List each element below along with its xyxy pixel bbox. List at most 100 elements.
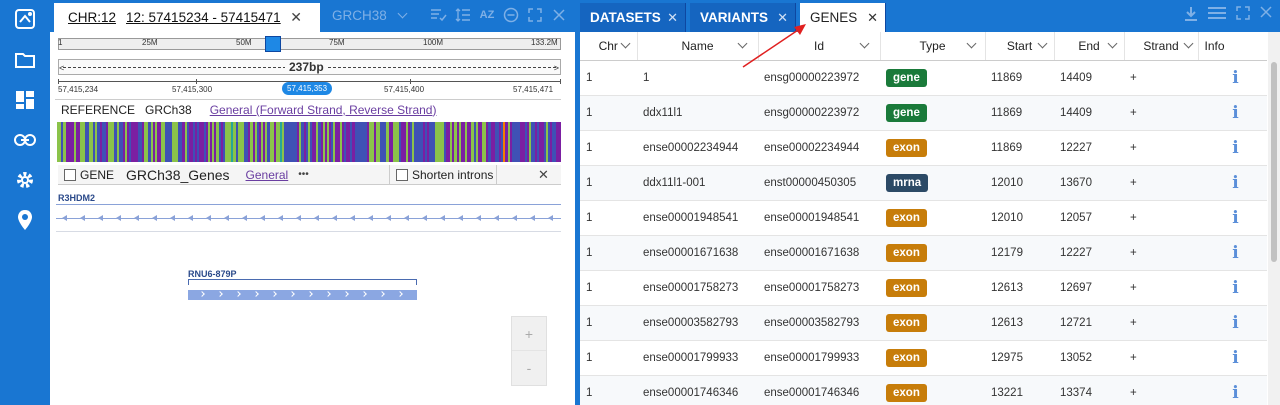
info-icon[interactable]: i (1232, 278, 1238, 298)
cell-start-text: 12179 (991, 246, 1023, 259)
table-row[interactable]: 1 ense00001799933 ense00001799933 exon 12975… (580, 340, 1267, 376)
tab-genes-label[interactable]: GENES (810, 10, 857, 25)
tab-assembly[interactable]: GRCH38 (332, 8, 407, 23)
tab-datasets-label[interactable]: DATASETS (590, 10, 661, 25)
col-header-label[interactable]: Type (919, 39, 945, 53)
cell-info[interactable]: i (1198, 235, 1267, 271)
scrollbar-thumb[interactable] (1271, 62, 1277, 262)
gene-label-r3hdm2[interactable]: R3HDM2 (58, 193, 95, 203)
dashboard-icon[interactable] (13, 88, 37, 112)
zoom-out-button[interactable]: - (512, 351, 546, 385)
chevron-down-icon[interactable] (397, 8, 407, 19)
minimize-icon[interactable] (502, 6, 520, 24)
table-row[interactable]: 1 ense00001948541 ense00001948541 exon 12010… (580, 200, 1267, 236)
info-icon[interactable]: i (1232, 103, 1238, 123)
info-icon[interactable]: i (1232, 173, 1238, 193)
shorten-introns-toggle[interactable]: Shorten introns (389, 165, 497, 185)
line-height-icon[interactable] (454, 6, 472, 24)
chevron-down-icon[interactable] (966, 38, 976, 49)
gear-icon[interactable] (13, 168, 37, 192)
col-header-start[interactable]: Start (985, 32, 1055, 61)
table-row[interactable]: 1 ense00001671638 ense00001671638 exon 12179… (580, 235, 1267, 271)
col-header-label[interactable]: Start (1007, 39, 1032, 53)
info-icon[interactable]: i (1232, 208, 1238, 228)
cell-info[interactable]: i (1198, 270, 1267, 306)
col-header-label[interactable]: Chr (599, 39, 618, 53)
info-icon[interactable]: i (1232, 348, 1238, 368)
cell-info[interactable]: i (1198, 165, 1267, 201)
tab-range-label[interactable]: 12: 57415234 - 57415471 (126, 10, 281, 25)
close-panel-icon[interactable] (550, 6, 568, 24)
cell-info[interactable]: i (1198, 305, 1267, 341)
table-row[interactable]: 1 ense00001758273 ense00001758273 exon 12613… (580, 270, 1267, 306)
col-header-label[interactable]: Name (681, 39, 713, 53)
tab-locus[interactable]: CHR:12 12: 57415234 - 57415471 ✕ (54, 3, 320, 32)
logo-icon[interactable] (13, 7, 37, 31)
table-row[interactable]: 1 ense00001746346 ense00001746346 exon 13221… (580, 375, 1267, 405)
fullscreen-icon[interactable] (1236, 6, 1250, 25)
shorten-checkbox[interactable] (396, 169, 408, 181)
zoom-in-button[interactable]: + (512, 317, 546, 351)
rnu6-exon-block[interactable] (188, 290, 421, 300)
link-icon[interactable] (13, 128, 37, 152)
tab-chr-label[interactable]: CHR:12 (68, 10, 116, 25)
chevron-down-icon[interactable] (620, 38, 630, 49)
chevron-down-icon[interactable] (1037, 38, 1047, 49)
chevron-down-icon[interactable] (1107, 38, 1117, 49)
cell-info[interactable]: i (1198, 95, 1267, 131)
info-icon[interactable]: i (1232, 138, 1238, 158)
cell-strand: + (1124, 375, 1198, 405)
gene-track-close-icon[interactable]: ✕ (538, 167, 549, 183)
table-row[interactable]: 1 ddx11l1-001 enst00000450305 mrna 12010 1367… (580, 165, 1267, 201)
chromosome-ruler[interactable] (58, 36, 561, 52)
info-icon[interactable]: i (1232, 383, 1238, 403)
menu-icon[interactable] (1208, 6, 1226, 25)
cell-info[interactable]: i (1198, 375, 1267, 405)
reference-sequence[interactable] (57, 122, 561, 162)
r3hdm2-intron-line[interactable] (56, 215, 561, 221)
close-icon[interactable]: ✕ (667, 10, 678, 26)
table-row[interactable]: 1 ddx11l1 ensg00000223972 gene 11869 14409 + i (580, 95, 1267, 131)
info-icon[interactable]: i (1232, 243, 1238, 263)
gene-checkbox[interactable] (64, 168, 76, 181)
strand-arrow-icon (548, 215, 553, 221)
tab-genes[interactable]: GENES ✕ (800, 3, 886, 32)
col-header-chr[interactable]: Chr (580, 32, 638, 61)
gene-label-rnu6[interactable]: RNU6-879P (188, 269, 237, 279)
folder-icon[interactable] (13, 48, 37, 72)
col-header-type[interactable]: Type (880, 32, 986, 61)
gene-track-area[interactable]: R3HDM2 RNU6-879P + - (56, 188, 561, 403)
table-scrollbar[interactable] (1268, 32, 1280, 405)
col-header-end[interactable]: End (1054, 32, 1125, 61)
col-header-label[interactable]: End (1078, 39, 1099, 53)
chevron-down-icon[interactable] (1183, 38, 1193, 49)
download-icon[interactable] (1184, 6, 1198, 25)
table-row[interactable]: 1 1 ensg00000223972 gene 11869 14409 + i (580, 60, 1267, 96)
col-header-strand[interactable]: Strand (1124, 32, 1199, 61)
strand-arrow-icon (278, 215, 283, 221)
sort-az-icon[interactable]: AZ (478, 6, 496, 24)
gene-track-link[interactable]: General (246, 168, 289, 182)
cell-info[interactable]: i (1198, 130, 1267, 166)
info-icon[interactable]: i (1232, 313, 1238, 333)
fullscreen-icon[interactable] (526, 6, 544, 24)
reference-link[interactable]: General (Forward Strand, Reverse Strand) (210, 103, 437, 117)
cell-info[interactable]: i (1198, 60, 1267, 96)
sort-check-icon[interactable] (430, 6, 448, 24)
close-icon[interactable]: ✕ (290, 9, 302, 26)
close-panel-icon[interactable] (1260, 6, 1272, 25)
cell-info[interactable]: i (1198, 340, 1267, 376)
table-row[interactable]: 1 ense00002234944 ense00002234944 exon 11869… (580, 130, 1267, 166)
col-header-label[interactable]: Strand (1143, 39, 1178, 53)
tab-assembly-label[interactable]: GRCH38 (332, 8, 387, 23)
more-icon[interactable]: ••• (298, 169, 309, 180)
cell-info[interactable]: i (1198, 200, 1267, 236)
location-pin-icon[interactable] (13, 208, 37, 232)
chevron-down-icon[interactable] (859, 38, 869, 49)
ruler-viewport-handle[interactable] (265, 36, 281, 52)
close-icon[interactable]: ✕ (867, 10, 878, 26)
info-icon[interactable]: i (1232, 68, 1238, 88)
table-row[interactable]: 1 ense00003582793 ense00003582793 exon 12613… (580, 305, 1267, 341)
col-header-label[interactable]: Id (814, 39, 824, 53)
tab-datasets[interactable]: DATASETS ✕ (580, 3, 686, 32)
